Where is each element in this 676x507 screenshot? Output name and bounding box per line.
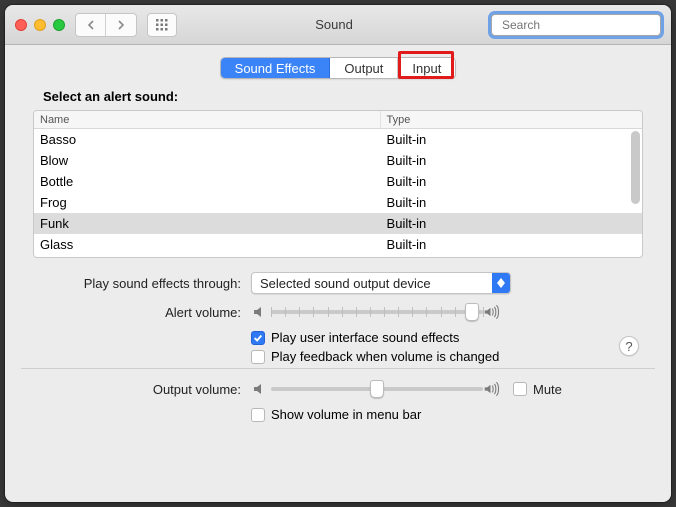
alert-volume-slider[interactable] (271, 310, 483, 314)
table-header: Name Type (34, 111, 642, 129)
sound-tabs-wrap: Sound Effects Output Input (33, 57, 643, 79)
table-body: Basso Built-in Blow Built-in Bottle Buil… (34, 129, 642, 257)
show-in-menubar-checkbox[interactable]: Show volume in menu bar (251, 407, 421, 422)
cell-type: Built-in (381, 153, 642, 168)
cell-name: Glass (34, 237, 381, 252)
feedback-label: Play feedback when volume is changed (271, 349, 499, 364)
checkbox-box-icon (513, 382, 527, 396)
play-through-value: Selected sound output device (260, 276, 431, 291)
table-row[interactable]: Frog Built-in (34, 192, 642, 213)
feedback-checkbox[interactable]: Play feedback when volume is changed (251, 349, 499, 364)
zoom-window-button[interactable] (53, 19, 65, 31)
popup-arrows-icon (492, 273, 510, 293)
slider-thumb[interactable] (465, 303, 479, 321)
cell-type: Built-in (381, 237, 642, 252)
menubar-checkbox-row: Show volume in menu bar (251, 407, 643, 422)
volume-min-icon (251, 379, 271, 399)
volume-max-icon (483, 379, 503, 399)
tab-output[interactable]: Output (330, 58, 398, 78)
sound-tabs: Sound Effects Output Input (220, 57, 457, 79)
cell-type: Built-in (381, 216, 642, 231)
table-row[interactable]: Glass Built-in (34, 234, 642, 255)
cell-type: Built-in (381, 174, 642, 189)
cell-name: Bottle (34, 174, 381, 189)
play-through-popup[interactable]: Selected sound output device (251, 272, 511, 294)
volume-min-icon (251, 302, 271, 322)
content-area: Sound Effects Output Input Select an ale… (5, 45, 671, 502)
forward-button[interactable] (106, 14, 136, 36)
checkbox-box-icon (251, 350, 265, 364)
play-through-row: Play sound effects through: Selected sou… (33, 272, 643, 294)
minimize-window-button[interactable] (34, 19, 46, 31)
scrollbar-thumb[interactable] (631, 131, 640, 204)
table-row[interactable]: Funk Built-in (34, 213, 642, 234)
tab-sound-effects[interactable]: Sound Effects (221, 58, 331, 78)
help-button[interactable]: ? (619, 336, 639, 356)
table-row[interactable]: Basso Built-in (34, 129, 642, 150)
mute-label: Mute (533, 382, 562, 397)
alert-sounds-table[interactable]: Name Type Basso Built-in Blow Built-in B… (33, 110, 643, 258)
checkbox-box-checked-icon (251, 331, 265, 345)
search-field-wrap[interactable] (491, 14, 661, 36)
titlebar: Sound (5, 5, 671, 45)
slider-thumb[interactable] (370, 380, 384, 398)
cell-type: Built-in (381, 195, 642, 210)
ui-sounds-label: Play user interface sound effects (271, 330, 459, 345)
volume-max-icon (483, 302, 503, 322)
output-volume-label: Output volume: (33, 382, 251, 397)
window-title: Sound (315, 17, 353, 32)
output-volume-slider[interactable] (271, 387, 483, 391)
show-all-button[interactable] (147, 13, 177, 37)
menubar-label: Show volume in menu bar (271, 407, 421, 422)
section-divider (21, 368, 655, 369)
nav-back-forward-segment (75, 13, 137, 37)
sound-preferences-window: Sound Sound Effects Output Input Select … (5, 5, 671, 502)
scrollbar[interactable] (631, 131, 640, 253)
checkbox-box-icon (251, 408, 265, 422)
play-through-label: Play sound effects through: (33, 276, 251, 291)
slider-track (271, 310, 483, 314)
column-header-type[interactable]: Type (381, 111, 642, 128)
window-controls (15, 19, 65, 31)
search-input[interactable] (502, 18, 657, 32)
back-button[interactable] (76, 14, 106, 36)
table-row[interactable]: Blow Built-in (34, 150, 642, 171)
grid-icon (156, 19, 168, 31)
cell-type: Built-in (381, 132, 642, 147)
cell-name: Basso (34, 132, 381, 147)
alert-sound-heading: Select an alert sound: (43, 89, 643, 104)
close-window-button[interactable] (15, 19, 27, 31)
slider-track (271, 387, 483, 391)
tab-input[interactable]: Input (398, 58, 455, 78)
output-volume-row: Output volume: Mute (33, 379, 643, 399)
mute-checkbox[interactable]: Mute (513, 382, 562, 397)
cell-name: Frog (34, 195, 381, 210)
table-row[interactable]: Bottle Built-in (34, 171, 642, 192)
cell-name: Funk (34, 216, 381, 231)
column-header-name[interactable]: Name (34, 111, 381, 128)
ui-sounds-checkbox[interactable]: Play user interface sound effects (251, 330, 459, 345)
alert-volume-label: Alert volume: (33, 305, 251, 320)
alert-volume-row: Alert volume: (33, 302, 643, 322)
cell-name: Blow (34, 153, 381, 168)
